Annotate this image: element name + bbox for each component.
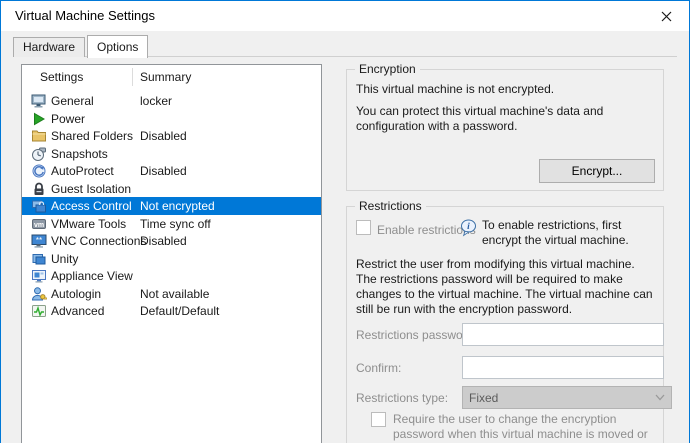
close-icon [661, 11, 671, 21]
enable-restrictions-row: Enable restrictions [356, 220, 476, 237]
svg-text:i: i [467, 222, 470, 232]
guest-isolation-icon [31, 181, 47, 197]
list-item-general[interactable]: General locker [22, 92, 321, 110]
require-change-row: Require the user to change the encryptio… [371, 412, 669, 443]
advanced-icon [31, 303, 47, 319]
vnc-connections-icon: ** [31, 233, 47, 249]
list-item-summary: Not encrypted [140, 199, 215, 213]
list-item-label: General [51, 94, 94, 108]
svg-text:vm: vm [34, 221, 44, 228]
confirm-input[interactable] [462, 356, 664, 379]
restrictions-groupbox: Restrictions Enable restrictions i To en… [346, 199, 672, 443]
list-item-autoprotect[interactable]: AutoProtect Disabled [22, 162, 321, 180]
column-header-summary: Summary [140, 70, 192, 84]
autoprotect-icon [31, 163, 47, 179]
list-item-label: Appliance View [51, 269, 133, 283]
titlebar: Virtual Machine Settings [1, 1, 689, 31]
shared-folders-icon [31, 128, 47, 144]
list-item-label: VNC Connections [51, 234, 147, 248]
power-icon [31, 111, 47, 127]
settings-list-panel: Settings Summary General locker Power Share… [21, 64, 322, 443]
restrictions-type-label: Restrictions type: [356, 391, 449, 405]
list-item-label: Unity [51, 251, 79, 266]
vm-settings-dialog: Virtual Machine Settings Hardware Option… [0, 0, 690, 443]
vmware-tools-icon: vm [31, 216, 47, 232]
list-item-label: Advanced [51, 304, 105, 318]
snapshots-icon [31, 146, 47, 162]
tabstrip: Hardware Options [13, 35, 150, 58]
encryption-groupbox: Encryption This virtual machine is not e… [346, 62, 664, 191]
restrictions-info-text: To enable restrictions, first encrypt th… [482, 218, 629, 247]
require-change-checkbox[interactable] [371, 412, 386, 427]
close-button[interactable] [643, 1, 689, 31]
list-item-guest-isolation[interactable]: Guest Isolation [22, 180, 321, 198]
list-item-power[interactable]: Power [22, 110, 321, 128]
list-item-summary: Disabled [140, 129, 187, 143]
restrictions-password-input[interactable] [462, 323, 664, 346]
list-item-appliance-view[interactable]: Appliance View [22, 267, 321, 285]
list-item-summary: Disabled [140, 164, 187, 178]
list-item-summary: Disabled [140, 234, 187, 248]
info-icon: i [461, 219, 476, 237]
list-item-summary: Not available [140, 286, 210, 301]
encryption-help-text: You can protect this virtual machine's d… [356, 104, 604, 133]
svg-text:**: ** [36, 236, 42, 245]
list-item-label: Guest Isolation [51, 181, 132, 196]
list-item-shared-folders[interactable]: Shared Folders Disabled [22, 127, 321, 145]
column-separator [132, 68, 133, 86]
tab-hardware[interactable]: Hardware [13, 37, 86, 57]
list-item-label: Power [51, 111, 86, 126]
encryption-status-text: This virtual machine is not encrypted. [356, 82, 555, 96]
appliance-view-icon [31, 268, 47, 284]
list-item-autologin[interactable]: Autologin Not available [22, 285, 321, 303]
settings-list-header: Settings Summary [22, 65, 321, 89]
restrictions-group-label: Restrictions [355, 199, 426, 213]
restrictions-description: Restrict the user from modifying this vi… [356, 257, 653, 316]
encrypt-button[interactable]: Encrypt... [539, 159, 655, 183]
restrictions-type-value: Fixed [469, 390, 499, 405]
list-item-summary: Time sync off [140, 216, 211, 231]
list-item-label: AutoProtect [51, 164, 114, 178]
list-item-label: VMware Tools [51, 216, 127, 231]
list-item-unity[interactable]: Unity [22, 250, 321, 268]
enable-restrictions-checkbox[interactable] [356, 220, 371, 235]
window-title: Virtual Machine Settings [15, 8, 155, 23]
list-item-label: Snapshots [51, 146, 108, 161]
list-item-vnc-connections[interactable]: ** VNC Connections Disabled [22, 232, 321, 250]
list-item-summary: Default/Default [140, 304, 220, 318]
autologin-icon [31, 286, 47, 302]
list-item-summary: locker [140, 94, 173, 108]
settings-list-body: General locker Power Shared Folders Disabled… [22, 92, 321, 320]
tab-options[interactable]: Options [87, 35, 149, 58]
unity-icon [31, 251, 47, 267]
restrictions-password-label: Restrictions password: [356, 328, 477, 342]
column-header-settings: Settings [40, 70, 84, 84]
list-item-label: Shared Folders [51, 129, 134, 143]
confirm-label: Confirm: [356, 361, 402, 375]
access-control-icon [31, 198, 47, 214]
restrictions-type-dropdown[interactable]: Fixed [462, 386, 672, 409]
list-item-label: Autologin [51, 286, 102, 301]
chevron-down-icon [655, 394, 665, 401]
list-item-snapshots[interactable]: Snapshots [22, 145, 321, 163]
general-icon [31, 93, 47, 109]
list-item-access-control[interactable]: Access Control Not encrypted [22, 197, 321, 215]
require-change-label: Require the user to change the encryptio… [393, 412, 648, 443]
encryption-group-label: Encryption [355, 62, 420, 76]
list-item-label: Access Control [51, 199, 132, 213]
list-item-vmware-tools[interactable]: vm VMware Tools Time sync off [22, 215, 321, 233]
list-item-advanced[interactable]: Advanced Default/Default [22, 302, 321, 320]
